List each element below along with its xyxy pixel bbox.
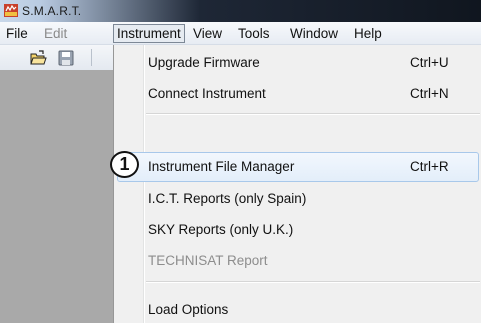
menu-item-technisat-report: TECHNISAT Report: [114, 246, 481, 276]
menu-file[interactable]: File: [2, 24, 32, 43]
menu-tools[interactable]: Tools: [234, 24, 274, 43]
menu-item-label: TECHNISAT Report: [148, 253, 268, 268]
menu-item-upgrade-firmware[interactable]: Upgrade Firmware Ctrl+U: [114, 48, 481, 78]
menu-item-label: Load Options: [148, 302, 229, 317]
instrument-dropdown-menu: Upgrade Firmware Ctrl+U Connect Instrume…: [113, 45, 481, 323]
menu-separator: [146, 281, 480, 282]
menu-item-label: I.C.T. Reports (only Spain): [148, 191, 307, 206]
menu-edit[interactable]: Edit: [40, 24, 71, 43]
open-folder-icon[interactable]: [30, 50, 47, 66]
menu-item-label: Upgrade Firmware: [148, 55, 260, 70]
menu-separator: [146, 113, 480, 114]
workspace-panel: [0, 70, 118, 323]
menu-window[interactable]: Window: [286, 24, 342, 43]
menu-instrument[interactable]: Instrument: [113, 24, 185, 43]
step-number-callout: 1: [110, 151, 139, 178]
menu-item-shortcut: Ctrl+U: [410, 55, 449, 70]
menu-item-label: Connect Instrument: [148, 86, 266, 101]
window-title: S.M.A.R.T.: [22, 4, 82, 18]
save-disk-icon[interactable]: [58, 50, 74, 66]
menu-bar: File Edit Instrument View Tools Window H…: [0, 22, 481, 45]
menu-item-connect-instrument[interactable]: Connect Instrument Ctrl+N: [114, 79, 481, 109]
menu-item-label: Instrument File Manager: [148, 159, 295, 174]
app-logo-icon: [4, 4, 18, 17]
menu-item-shortcut: Ctrl+R: [410, 159, 449, 174]
menu-view[interactable]: View: [189, 24, 226, 43]
menu-item-label: SKY Reports (only U.K.): [148, 222, 294, 237]
menu-item-shortcut: Ctrl+N: [410, 86, 449, 101]
title-bar: S.M.A.R.T.: [0, 0, 481, 22]
menu-item-load-options[interactable]: Load Options: [114, 295, 481, 323]
menu-item-sky-reports[interactable]: SKY Reports (only U.K.): [114, 215, 481, 245]
menu-help[interactable]: Help: [350, 24, 386, 43]
menu-item-ict-reports[interactable]: I.C.T. Reports (only Spain): [114, 184, 481, 214]
toolbar-separator: [91, 49, 92, 66]
toolbar: [0, 45, 118, 70]
menu-item-instrument-file-manager[interactable]: Instrument File Manager Ctrl+R: [117, 152, 479, 182]
